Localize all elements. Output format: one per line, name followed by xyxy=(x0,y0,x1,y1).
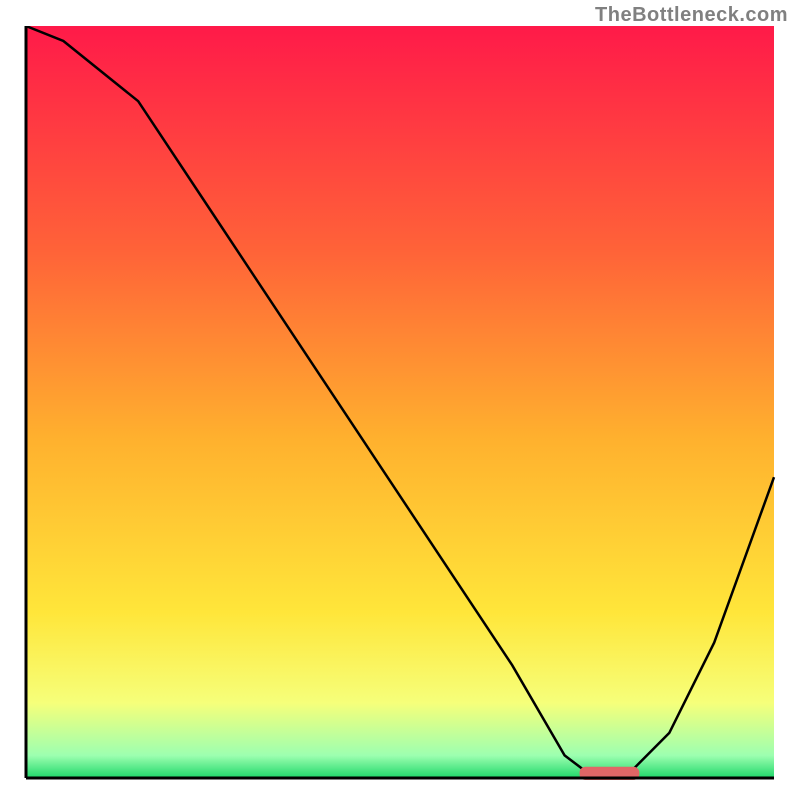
brand-watermark: TheBottleneck.com xyxy=(595,4,788,27)
bottleneck-chart xyxy=(20,26,780,790)
